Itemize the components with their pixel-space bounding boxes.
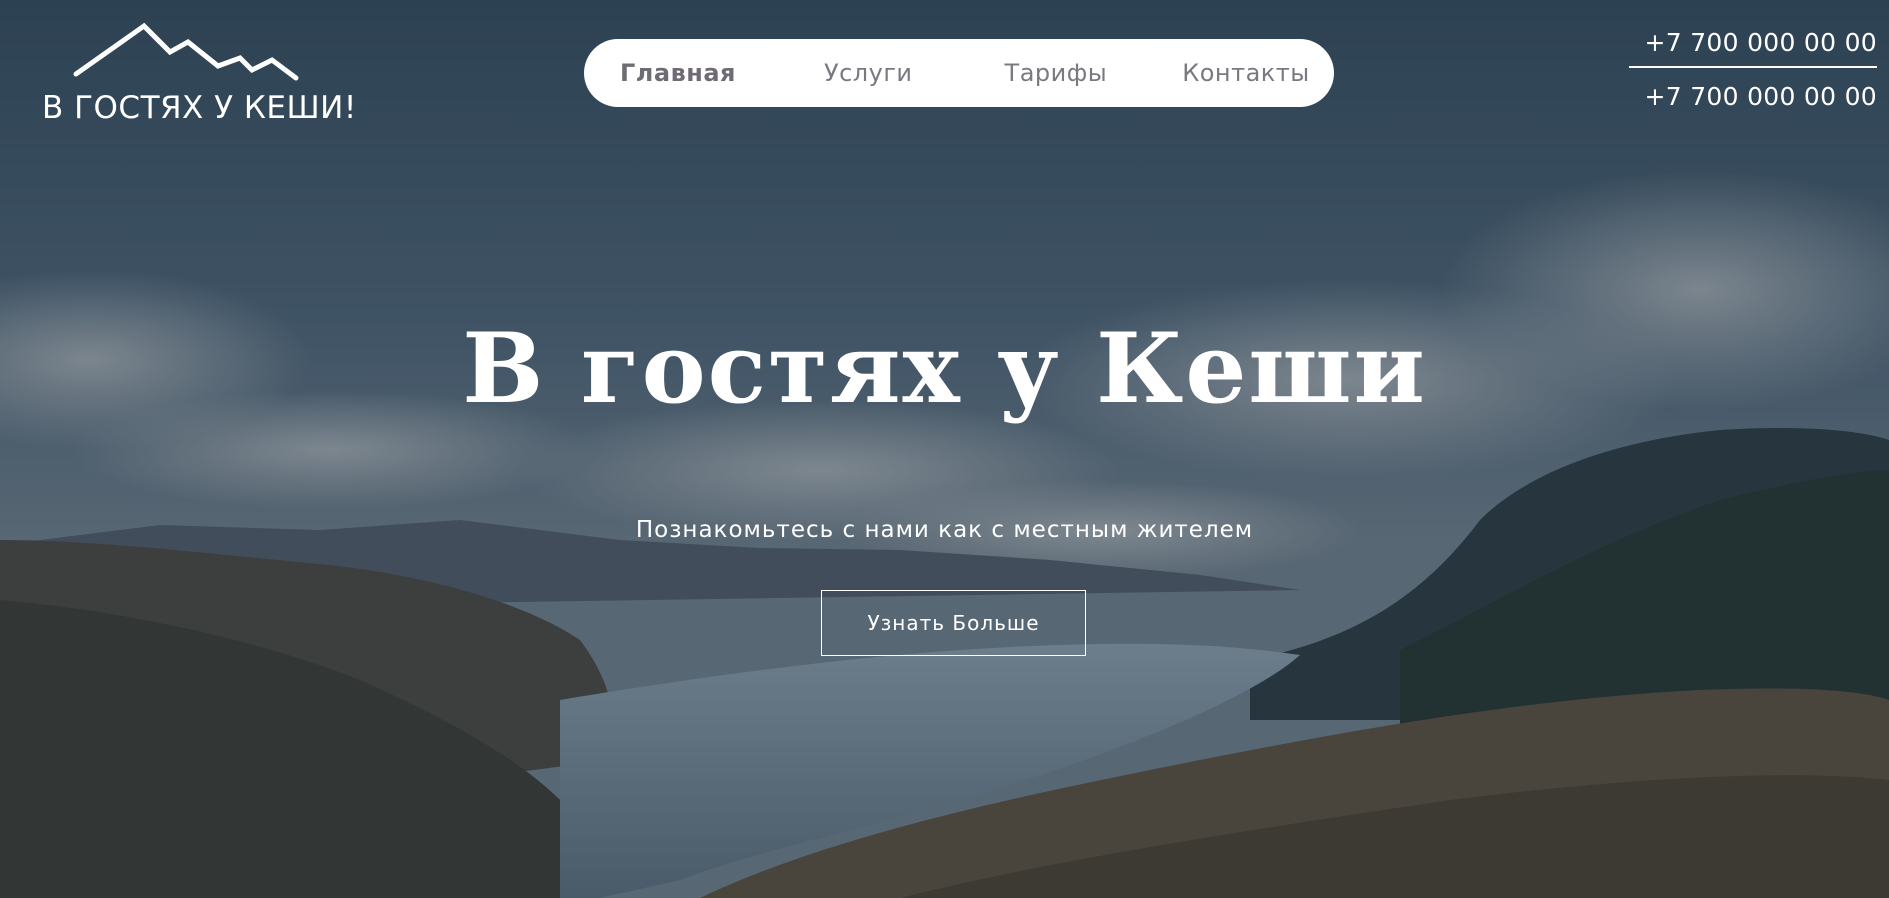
hero-subtitle: Познакомьтесь с нами как с местным жител… xyxy=(635,517,1254,543)
mountain-icon xyxy=(73,22,299,81)
nav-item-tariffs[interactable]: Тарифы xyxy=(1005,59,1108,87)
nav-item-contacts[interactable]: Контакты xyxy=(1182,59,1310,87)
main-navigation: Главная Услуги Тарифы Контакты xyxy=(584,39,1334,107)
logo-text: В ГОСТЯХ У КЕШИ! xyxy=(42,90,357,126)
phone-link-1[interactable]: +7 700 000 00 00 xyxy=(1617,26,1877,60)
hero-title: В гостях у Кеши xyxy=(462,312,1427,425)
hero-background-image xyxy=(0,0,1889,898)
nav-item-home[interactable]: Главная xyxy=(620,59,736,87)
nav-item-services[interactable]: Услуги xyxy=(824,59,913,87)
learn-more-button-label: Узнать Больше xyxy=(867,611,1040,635)
site-logo[interactable]: В ГОСТЯХ У КЕШИ! xyxy=(40,22,356,132)
phone-divider xyxy=(1629,66,1877,68)
hero-section: В ГОСТЯХ У КЕШИ! Главная Услуги Тарифы К… xyxy=(0,0,1889,898)
learn-more-button[interactable]: Узнать Больше xyxy=(821,590,1086,656)
contact-phones: +7 700 000 00 00 +7 700 000 00 00 xyxy=(1617,26,1877,114)
phone-link-2[interactable]: +7 700 000 00 00 xyxy=(1617,80,1877,114)
